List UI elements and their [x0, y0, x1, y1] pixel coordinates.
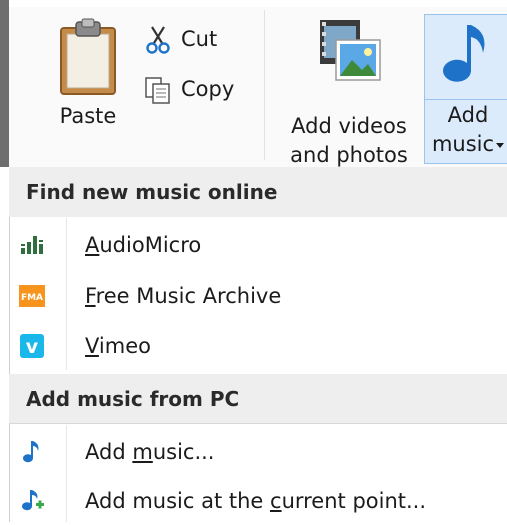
paste-label: Paste [59, 104, 117, 128]
menu-item-label: AudioMicro [85, 233, 202, 257]
section-header-online: Find new music online [9, 167, 507, 217]
section-header-pc: Add music from PC [9, 374, 507, 424]
copy-label: Copy [181, 77, 235, 101]
copy-icon [145, 77, 170, 104]
split-button-divider [425, 99, 507, 100]
scissors-icon [146, 26, 170, 54]
menu-item-label: Vimeo [85, 334, 151, 358]
menu-item-free-music-archive[interactable]: FMA Free Music Archive [9, 272, 507, 320]
clipboard-icon [60, 18, 116, 95]
menu-item-label: Add music... [85, 440, 215, 464]
add-music-current-icon [22, 490, 44, 511]
menu-item-audiomicro[interactable]: AudioMicro [9, 221, 507, 269]
ribbon-top-edge [9, 0, 507, 7]
fma-icon: FMA [19, 285, 45, 307]
ribbon: Paste Cut Copy Add videos and photos Add… [0, 0, 507, 167]
menu-item-vimeo[interactable]: v Vimeo [9, 322, 507, 370]
menu-item-label: Free Music Archive [85, 284, 282, 308]
music-note-icon [23, 441, 39, 463]
audiomicro-icon [21, 236, 43, 254]
svg-text:FMA: FMA [21, 293, 43, 303]
paste-button[interactable]: Paste [45, 10, 131, 160]
add-music-label: Add music [425, 101, 507, 159]
cut-button[interactable]: Cut [143, 22, 243, 56]
ribbon-left-edge [0, 0, 9, 167]
vimeo-icon: v [20, 334, 44, 358]
menu-item-label: Add music at the current point... [85, 489, 427, 513]
cut-label: Cut [181, 27, 218, 51]
add-videos-label: Add videos and photos [290, 114, 408, 167]
add-music-button[interactable]: Add music [424, 14, 507, 164]
add-videos-and-photos-button[interactable]: Add videos and photos [276, 10, 422, 167]
ribbon-separator [264, 10, 265, 160]
svg-text:v: v [26, 336, 39, 358]
film-photo-icon [320, 20, 381, 81]
menu-item-add-music[interactable]: Add music... [9, 428, 507, 476]
menu-item-add-music-current-point[interactable]: Add music at the current point... [9, 477, 507, 525]
copy-button[interactable]: Copy [143, 72, 253, 106]
chevron-down-icon [496, 142, 505, 148]
music-note-icon [443, 25, 485, 82]
